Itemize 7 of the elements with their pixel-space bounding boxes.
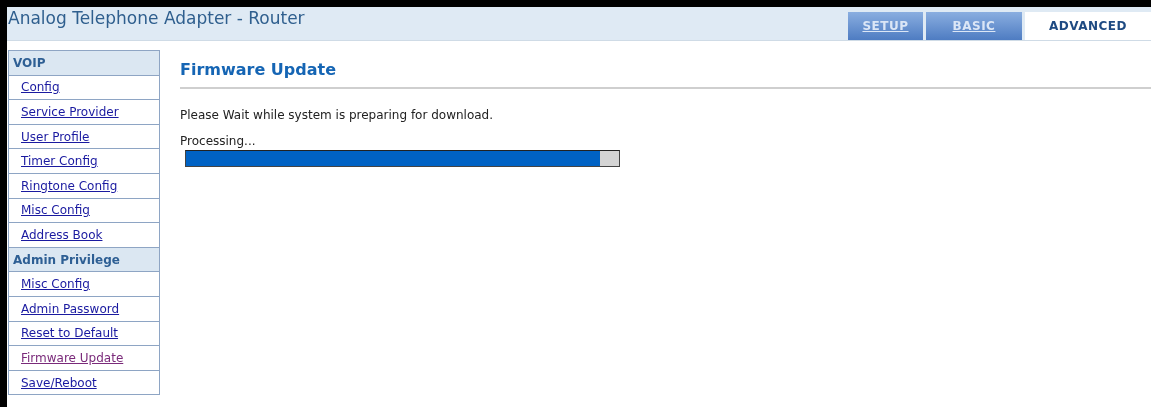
app-title: Analog Telephone Adapter - Router (7, 7, 305, 29)
status-message: Please Wait while system is preparing for download. (180, 108, 495, 122)
progress-label: Processing... (180, 134, 257, 148)
page-heading: Firmware Update (180, 50, 1151, 89)
sidebar-heading: Admin Privilege (9, 247, 159, 273)
nav-tab[interactable]: ADVANCED (1025, 12, 1151, 40)
sidebar-heading: VOIP (9, 51, 159, 76)
